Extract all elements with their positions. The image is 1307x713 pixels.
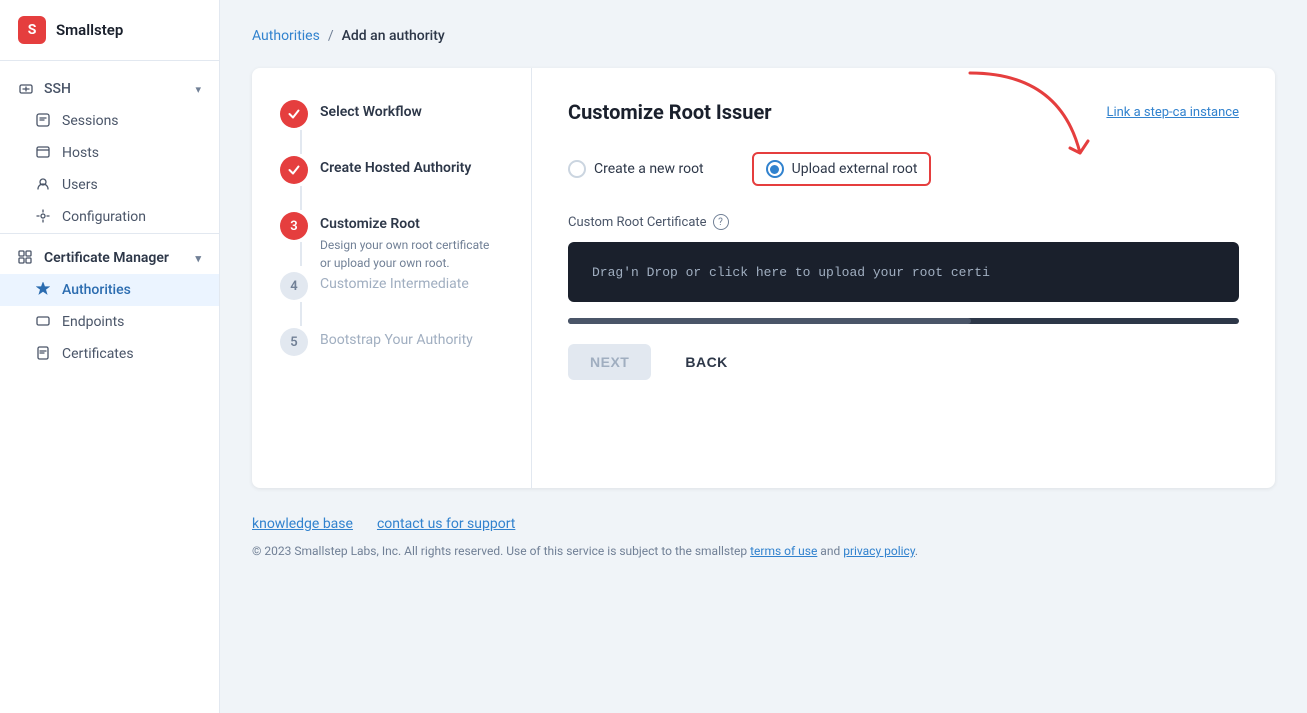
cert-manager-chevron-icon: ▾ (195, 252, 201, 265)
sidebar-item-users[interactable]: Users (0, 169, 219, 201)
users-icon (36, 177, 52, 193)
step-5-content: Bootstrap Your Authority (320, 328, 503, 348)
step-4-title: Customize Intermediate (320, 276, 503, 292)
step-1-content: Select Workflow (320, 100, 503, 120)
page-title: Customize Root Issuer (568, 100, 772, 124)
footer-links: knowledge base contact us for support (252, 516, 1275, 532)
step-3-title: Customize Root (320, 216, 503, 232)
step-5-circle: 5 (280, 328, 308, 356)
step-3-circle: 3 (280, 212, 308, 240)
certificates-icon (36, 346, 52, 362)
main-content: Authorities / Add an authority (220, 0, 1307, 713)
footer: knowledge base contact us for support © … (252, 516, 1275, 558)
step-5: 5 Bootstrap Your Authority (280, 328, 503, 356)
back-button[interactable]: BACK (663, 344, 749, 380)
radio-create-outer (568, 160, 586, 178)
configuration-label: Configuration (62, 209, 146, 225)
step-3-desc: Design your own root certificate or uplo… (320, 236, 503, 272)
authorities-label: Authorities (62, 282, 131, 298)
logo-icon: S (18, 16, 46, 44)
cert-manager-icon (18, 250, 34, 266)
drop-zone-scrollbar (568, 318, 1239, 324)
cert-label-text: Custom Root Certificate (568, 215, 707, 230)
radio-upload-inner (770, 165, 779, 174)
drop-zone-text: Drag'n Drop or click here to upload your… (592, 265, 990, 280)
breadcrumb-current: Add an authority (342, 28, 445, 44)
step-2-circle (280, 156, 308, 184)
sidebar-item-authorities[interactable]: Authorities (0, 274, 219, 306)
cert-label-row: Custom Root Certificate ? (568, 214, 1239, 230)
radio-upload-label: Upload external root (792, 161, 918, 177)
step-2: Create Hosted Authority (280, 156, 503, 212)
step-3: 3 Customize Root Design your own root ce… (280, 212, 503, 272)
radio-create-new-root[interactable]: Create a new root (568, 152, 704, 186)
step-1-title: Select Workflow (320, 104, 503, 120)
step-5-title: Bootstrap Your Authority (320, 332, 503, 348)
drop-zone-scrollbar-thumb (568, 318, 971, 324)
link-step-ca[interactable]: Link a step-ca instance (1106, 105, 1239, 120)
step-1: Select Workflow (280, 100, 503, 156)
sidebar-item-sessions[interactable]: Sessions (0, 105, 219, 137)
sidebar: S Smallstep SSH ▾ Sessions Hosts (0, 0, 220, 713)
step-2-title: Create Hosted Authority (320, 160, 503, 176)
step-4-content: Customize Intermediate (320, 272, 503, 292)
breadcrumb-separator: / (328, 28, 334, 44)
contact-support-link[interactable]: contact us for support (377, 516, 515, 532)
content-header: Customize Root Issuer Link a step-ca ins… (568, 100, 1239, 124)
sidebar-item-certificates[interactable]: Certificates (0, 338, 219, 370)
footer-copyright: © 2023 Smallstep Labs, Inc. All rights r… (252, 544, 1275, 558)
main-card: Select Workflow Create Hosted Authority (252, 68, 1275, 488)
sidebar-item-endpoints[interactable]: Endpoints (0, 306, 219, 338)
sidebar-item-configuration[interactable]: Configuration (0, 201, 219, 233)
drop-zone[interactable]: Drag'n Drop or click here to upload your… (568, 242, 1239, 302)
content-panel: Customize Root Issuer Link a step-ca ins… (532, 68, 1275, 488)
hosts-label: Hosts (62, 145, 99, 161)
sidebar-item-hosts[interactable]: Hosts (0, 137, 219, 169)
cert-manager-label: Certificate Manager (44, 250, 169, 266)
ssh-label: SSH (44, 81, 71, 97)
endpoints-icon (36, 314, 52, 330)
logo-area: S Smallstep (0, 0, 219, 61)
steps-panel: Select Workflow Create Hosted Authority (252, 68, 532, 488)
radio-options: Create a new root Upload external root (568, 152, 1239, 186)
help-icon[interactable]: ? (713, 214, 729, 230)
cert-manager-section: Certificate Manager ▾ Authorities Endpoi… (0, 233, 219, 378)
users-label: Users (62, 177, 98, 193)
radio-upload-external-root-box[interactable]: Upload external root (752, 152, 932, 186)
endpoints-label: Endpoints (62, 314, 124, 330)
breadcrumb-parent-link[interactable]: Authorities (252, 28, 320, 44)
knowledge-base-link[interactable]: knowledge base (252, 516, 353, 532)
app-name: Smallstep (56, 21, 123, 39)
hosts-icon (36, 145, 52, 161)
radio-create-label: Create a new root (594, 161, 704, 177)
configuration-icon (36, 209, 52, 225)
step-1-circle (280, 100, 308, 128)
step-3-content: Customize Root Design your own root cert… (320, 212, 503, 272)
button-row: NEXT BACK (568, 344, 1239, 380)
sidebar-nav: SSH ▾ Sessions Hosts Users Con (0, 61, 219, 390)
sidebar-item-ssh[interactable]: SSH ▾ (0, 73, 219, 105)
ssh-chevron-icon: ▾ (195, 83, 201, 96)
sidebar-item-cert-manager[interactable]: Certificate Manager ▾ (0, 242, 219, 274)
ssh-icon (18, 81, 34, 97)
sessions-label: Sessions (62, 113, 119, 129)
step-2-content: Create Hosted Authority (320, 156, 503, 176)
radio-upload-outer (766, 160, 784, 178)
certificates-label: Certificates (62, 346, 134, 362)
authorities-icon (36, 282, 52, 298)
next-button[interactable]: NEXT (568, 344, 651, 380)
breadcrumb: Authorities / Add an authority (252, 28, 1275, 44)
step-4: 4 Customize Intermediate (280, 272, 503, 328)
sessions-icon (36, 113, 52, 129)
step-4-circle: 4 (280, 272, 308, 300)
